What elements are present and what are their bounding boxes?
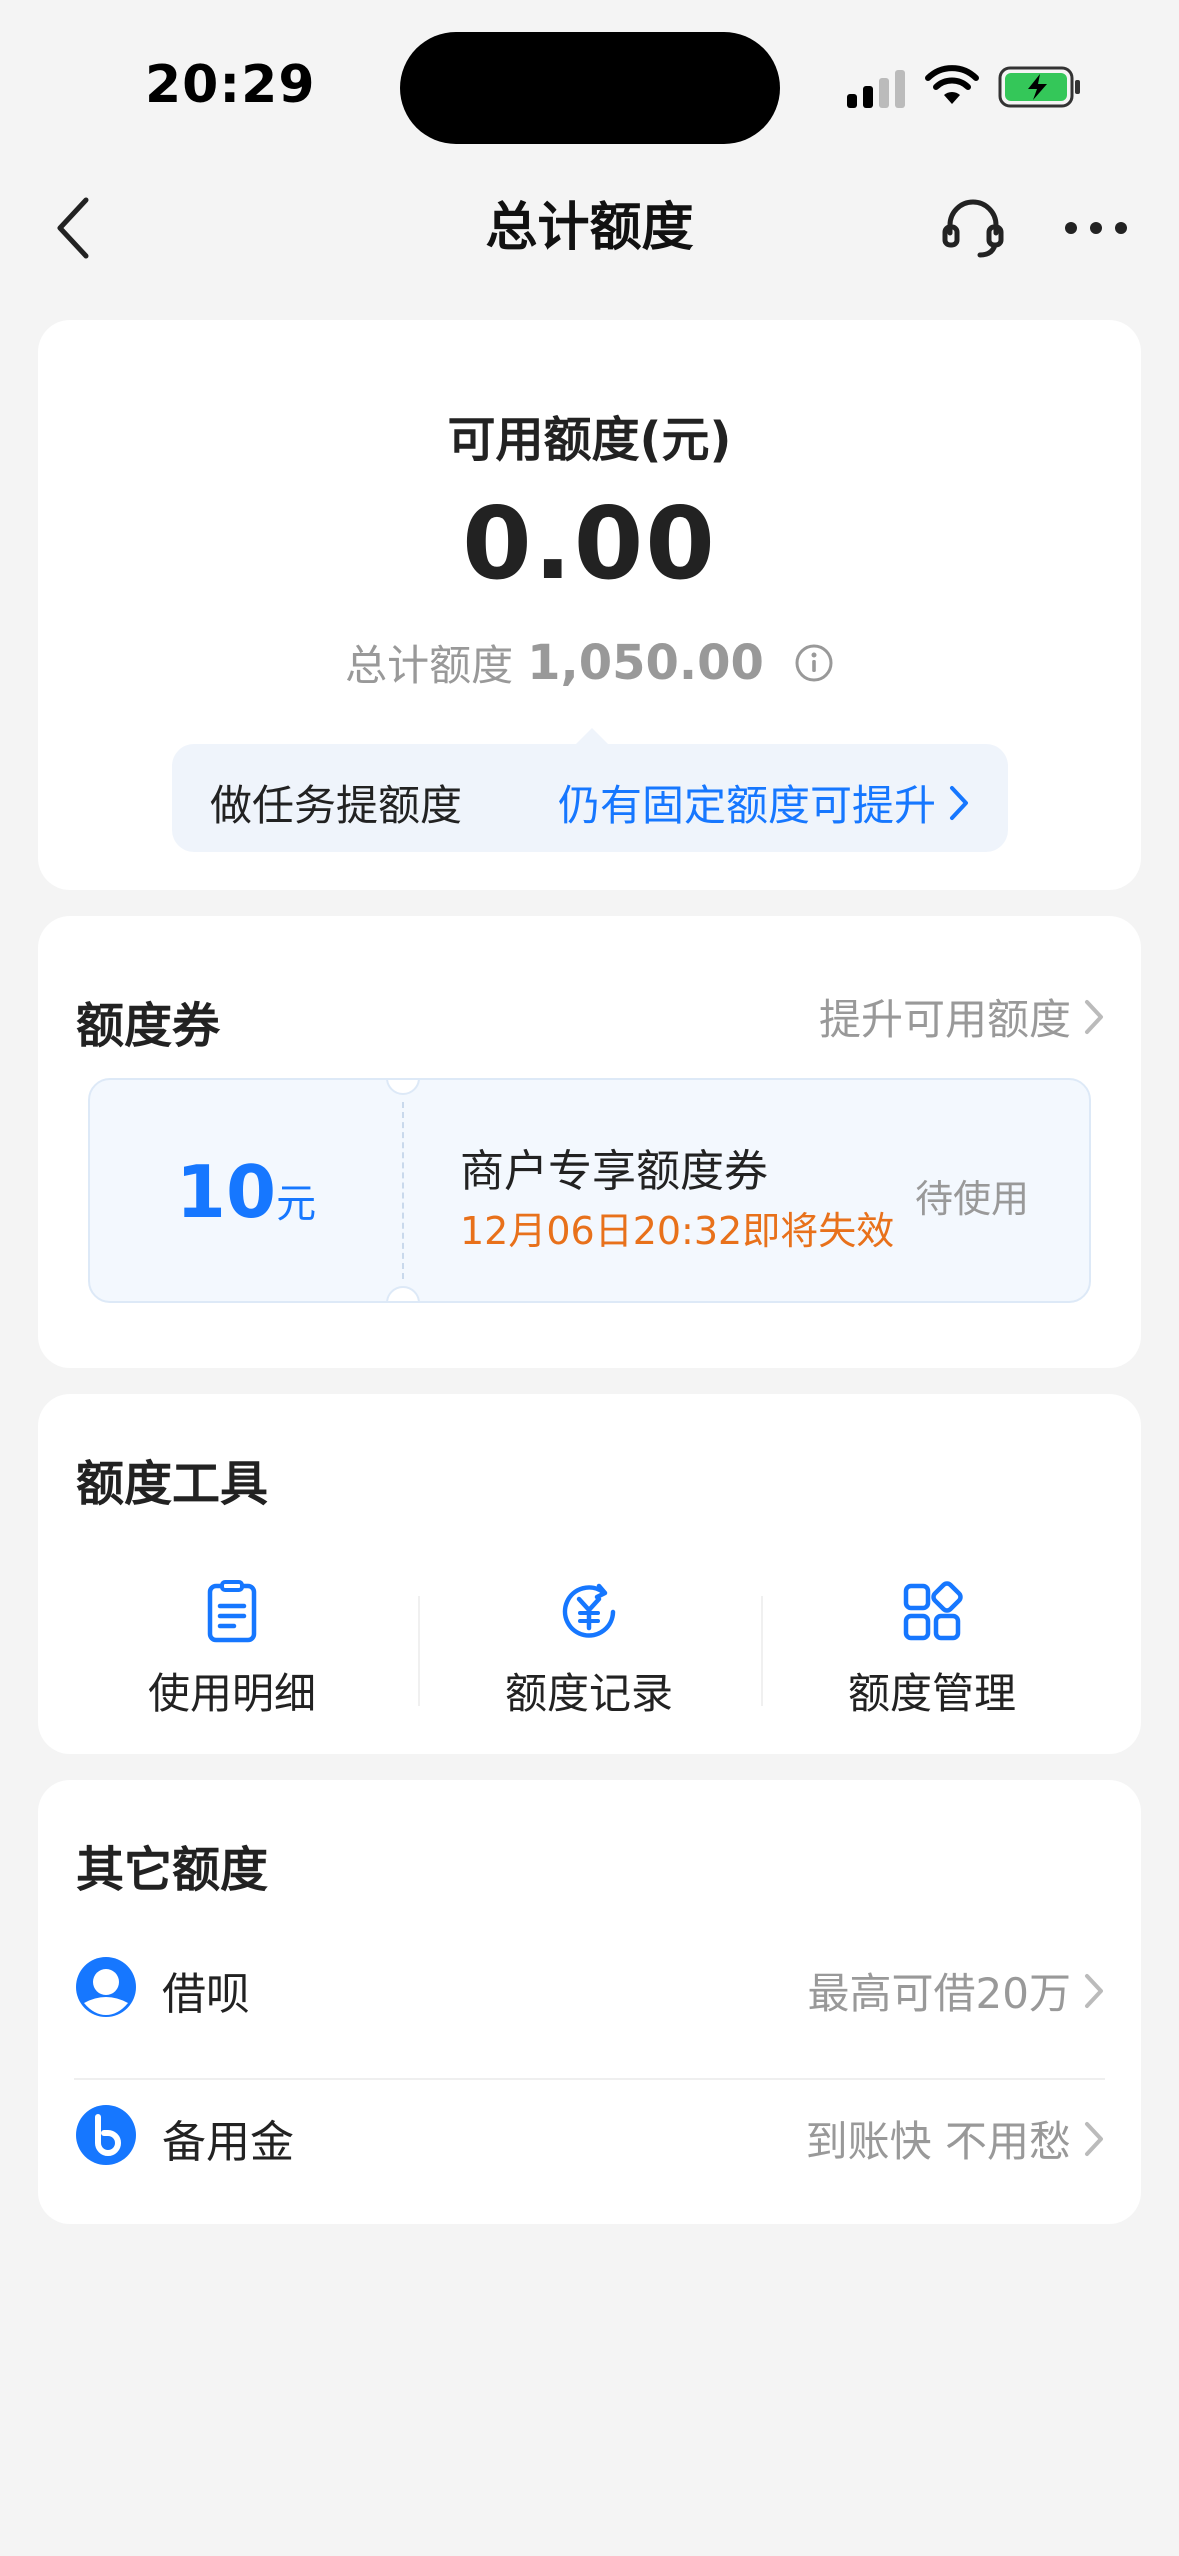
other-item-hint: 最高可借20万 (808, 1960, 1105, 2021)
page: 20:29 总计额度 可用额度(元) 0.00 总计额度 1,050.00 做任… (0, 0, 1179, 2556)
coupon-expire: 12月06日20:32即将失效 (460, 1209, 895, 1253)
total-quota-label: 总计额度 (345, 641, 514, 690)
info-icon[interactable] (794, 643, 834, 683)
tool-usage-details[interactable]: 使用明细 (62, 1578, 402, 1738)
cellular-signal-icon (847, 70, 905, 108)
other-item-hint-text: 最高可借20万 (807, 1969, 1071, 2018)
coupon-amount-unit: 元 (276, 1181, 317, 1227)
customer-service-button[interactable] (938, 192, 1008, 264)
coupon-name: 商户专享额度券 (460, 1146, 768, 1197)
total-quota-value: 1,050.00 (527, 634, 764, 691)
chevron-right-icon (1085, 2121, 1103, 2156)
task-boost-link-text: 仍有固定额度可提升 (557, 781, 936, 830)
chevron-right-icon (950, 785, 968, 820)
yuan-refresh-icon (562, 1583, 616, 1638)
other-item-jiebei[interactable]: 借呗 最高可借20万 (74, 1914, 1105, 2060)
available-quota-label: 可用额度(元) (447, 412, 732, 468)
merchant-coupon[interactable]: 10元 商户专享额度券 12月06日20:32即将失效 待使用 (88, 1078, 1091, 1303)
coupon-status: 待使用 (914, 1177, 1029, 1221)
headset-icon (942, 199, 1004, 258)
task-boost-label: 做任务提额度 (210, 781, 463, 830)
jiebei-icon (76, 1957, 136, 2017)
other-item-beiyongjin[interactable]: 备用金 到账快 不用愁 (74, 2062, 1105, 2208)
boost-available-quota-link[interactable]: 提升可用额度 (819, 986, 1105, 1047)
tool-label: 额度管理 (847, 1669, 1016, 1718)
status-time: 20:29 (145, 55, 316, 115)
chevron-right-icon (1085, 1973, 1103, 2008)
coupon-amount: 10元 (90, 1150, 402, 1234)
other-item-hint: 到账快 不用愁 (806, 2108, 1105, 2169)
other-item-label: 借呗 (162, 1969, 250, 2020)
nav-bar: 总计额度 (0, 170, 1179, 285)
grid-manage-icon (903, 1581, 963, 1641)
available-quota-value: 0.00 (462, 485, 717, 602)
coupon-divider (402, 1102, 404, 1279)
more-button[interactable] (1058, 192, 1134, 264)
coupon-notch (386, 1080, 420, 1095)
coupon-section-title: 额度券 (76, 998, 221, 1054)
tool-quota-records[interactable]: 额度记录 (419, 1578, 759, 1738)
tool-label: 额度记录 (504, 1669, 673, 1718)
coupon-notch (386, 1286, 420, 1301)
other-item-label: 备用金 (162, 2117, 294, 2168)
battery-charging-icon (998, 66, 1080, 108)
status-bar: 20:29 (0, 0, 1179, 170)
coupon-amount-number: 10 (175, 1150, 277, 1234)
task-boost-link[interactable]: 仍有固定额度可提升 (558, 772, 970, 833)
tools-section-title: 额度工具 (76, 1456, 269, 1512)
available-quota-card: 可用额度(元) 0.00 总计额度 1,050.00 做任务提额度 仍有固定额度… (38, 320, 1141, 890)
other-item-hint-text: 到账快 不用愁 (805, 2117, 1071, 2166)
total-quota-line: 总计额度 1,050.00 (38, 632, 1141, 693)
tool-label: 使用明细 (147, 1669, 316, 1718)
tool-quota-management[interactable]: 额度管理 (762, 1578, 1102, 1738)
chevron-right-icon (1085, 999, 1103, 1034)
other-section-title: 其它额度 (76, 1842, 269, 1898)
list-document-icon (207, 1580, 257, 1643)
task-boost-banner[interactable]: 做任务提额度 仍有固定额度可提升 (172, 728, 1008, 852)
quota-tools-card: 额度工具 使用明细 额度记录 额度管理 (38, 1394, 1141, 1754)
more-dots-icon (1065, 222, 1127, 234)
other-quota-card: 其它额度 借呗 最高可借20万 备用金 到账快 不用愁 (38, 1780, 1141, 2224)
boost-available-quota-text: 提升可用额度 (818, 995, 1071, 1044)
dynamic-island (400, 32, 780, 144)
wifi-icon (925, 65, 979, 104)
quota-coupon-card: 额度券 提升可用额度 10元 商户专享额度券 12月06日20:32即将失效 待… (38, 916, 1141, 1368)
beiyongjin-icon (76, 2105, 136, 2165)
